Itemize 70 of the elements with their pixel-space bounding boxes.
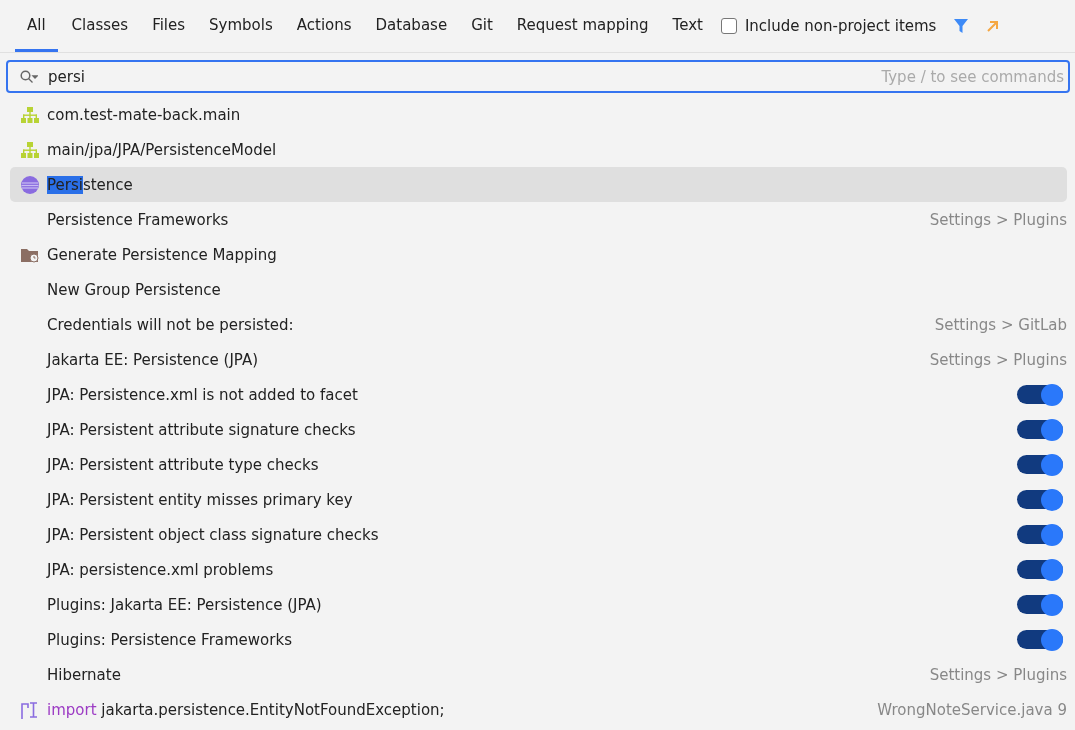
checkbox-label: Include non-project items (744, 17, 937, 35)
checkbox[interactable] (720, 18, 737, 34)
search-field[interactable]: persi Type / to see commands (6, 60, 1070, 93)
toggle-switch[interactable] (1017, 490, 1063, 509)
hierarchy-icon (20, 106, 39, 123)
result-label: JPA: Persistent entity misses primary key (47, 490, 354, 509)
result-label: New Group Persistence (47, 280, 222, 299)
result-row[interactable]: Plugins: Persistence Frameworks (10, 622, 1067, 657)
result-label: Persistence Frameworks (47, 210, 230, 229)
result-row[interactable]: Persistence (10, 167, 1067, 202)
result-location: Settings > Plugins (929, 665, 1067, 684)
toggle-switch[interactable] (1017, 420, 1063, 439)
result-row[interactable]: Generate Persistence Mapping (10, 237, 1067, 272)
field-icon (20, 700, 39, 719)
tab[interactable]: Symbols (197, 0, 285, 52)
result-row[interactable]: Credentials will not be persisted: Settings > GitLab (10, 307, 1067, 342)
hierarchy-icon (20, 141, 39, 158)
result-location: Settings > Plugins (929, 210, 1067, 229)
tab[interactable]: Database (363, 0, 460, 52)
result-label: Credentials will not be persisted: (47, 315, 295, 334)
result-row[interactable]: main/jpa/JPA/PersistenceModel (10, 132, 1067, 167)
result-label: Generate Persistence Mapping (47, 245, 278, 264)
search-hint: Type / to see commands (881, 67, 1064, 86)
result-row[interactable]: JPA: persistence.xml problems (10, 552, 1067, 587)
result-row[interactable]: JPA: Persistent object class signature checks (10, 517, 1067, 552)
result-row[interactable]: import jakarta.persistence.EntityNotFoundException; WrongNoteService.java 9 (10, 692, 1067, 727)
result-row[interactable]: JPA: Persistent attribute type checks (10, 447, 1067, 482)
toggle-switch[interactable] (1017, 525, 1063, 544)
result-label: Plugins: Persistence Frameworks (47, 630, 293, 649)
toggle-switch[interactable] (1017, 385, 1063, 404)
toggle-switch[interactable] (1017, 455, 1063, 474)
tab[interactable]: Git (459, 0, 505, 52)
result-location: WrongNoteService.java 9 (877, 700, 1067, 719)
result-row[interactable]: New Group Persistence (10, 272, 1067, 307)
search-input[interactable]: persi (46, 66, 874, 87)
filter-icon[interactable] (954, 18, 969, 34)
result-label: main/jpa/JPA/PersistenceModel (47, 140, 278, 159)
result-label: JPA: persistence.xml problems (47, 560, 275, 579)
result-location: Settings > Plugins (929, 350, 1067, 369)
search-icon (20, 69, 38, 84)
result-row[interactable]: Plugins: Jakarta EE: Persistence (JPA) (10, 587, 1067, 622)
result-row[interactable]: Persistence Frameworks Settings > Plugins (10, 202, 1067, 237)
result-row[interactable]: Hibernate Settings > Plugins (10, 657, 1067, 692)
result-row[interactable]: JPA: Persistent entity misses primary key (10, 482, 1067, 517)
toggle-switch[interactable] (1017, 595, 1063, 614)
tab[interactable]: Request mapping (504, 0, 661, 52)
result-label: JPA: Persistent object class signature checks (47, 525, 380, 544)
toggle-switch[interactable] (1017, 630, 1063, 649)
result-label: import jakarta.persistence.EntityNotFoundException; (47, 700, 446, 719)
result-label: JPA: Persistence.xml is not added to facet (47, 385, 359, 404)
striped-circle-icon (20, 175, 39, 194)
result-row[interactable]: JPA: Persistence.xml is not added to facet (10, 377, 1067, 412)
result-row[interactable]: com.test-mate-back.main (10, 97, 1067, 132)
result-row[interactable]: Jakarta EE: Persistence (JPA) Settings > Plugins (10, 342, 1067, 377)
result-row[interactable]: JPA: Persistent attribute signature checks (10, 412, 1067, 447)
result-label: JPA: Persistent attribute signature checks (47, 420, 357, 439)
result-label: JPA: Persistent attribute type checks (47, 455, 320, 474)
result-label: Persistence (47, 175, 134, 194)
toggle-switch[interactable] (1017, 560, 1063, 579)
tab[interactable]: Actions (284, 0, 364, 52)
tab[interactable]: Files (140, 0, 198, 52)
result-label: Hibernate (47, 665, 122, 684)
result-label: com.test-mate-back.main (47, 105, 242, 124)
result-label: Jakarta EE: Persistence (JPA) (47, 350, 260, 369)
tab[interactable]: All (15, 0, 58, 52)
tab[interactable]: Text (660, 0, 715, 52)
result-label: Plugins: Jakarta EE: Persistence (JPA) (47, 595, 323, 614)
result-location: Settings > GitLab (934, 315, 1067, 334)
folder-clock-icon (20, 246, 39, 263)
tab[interactable]: Classes (59, 0, 141, 52)
